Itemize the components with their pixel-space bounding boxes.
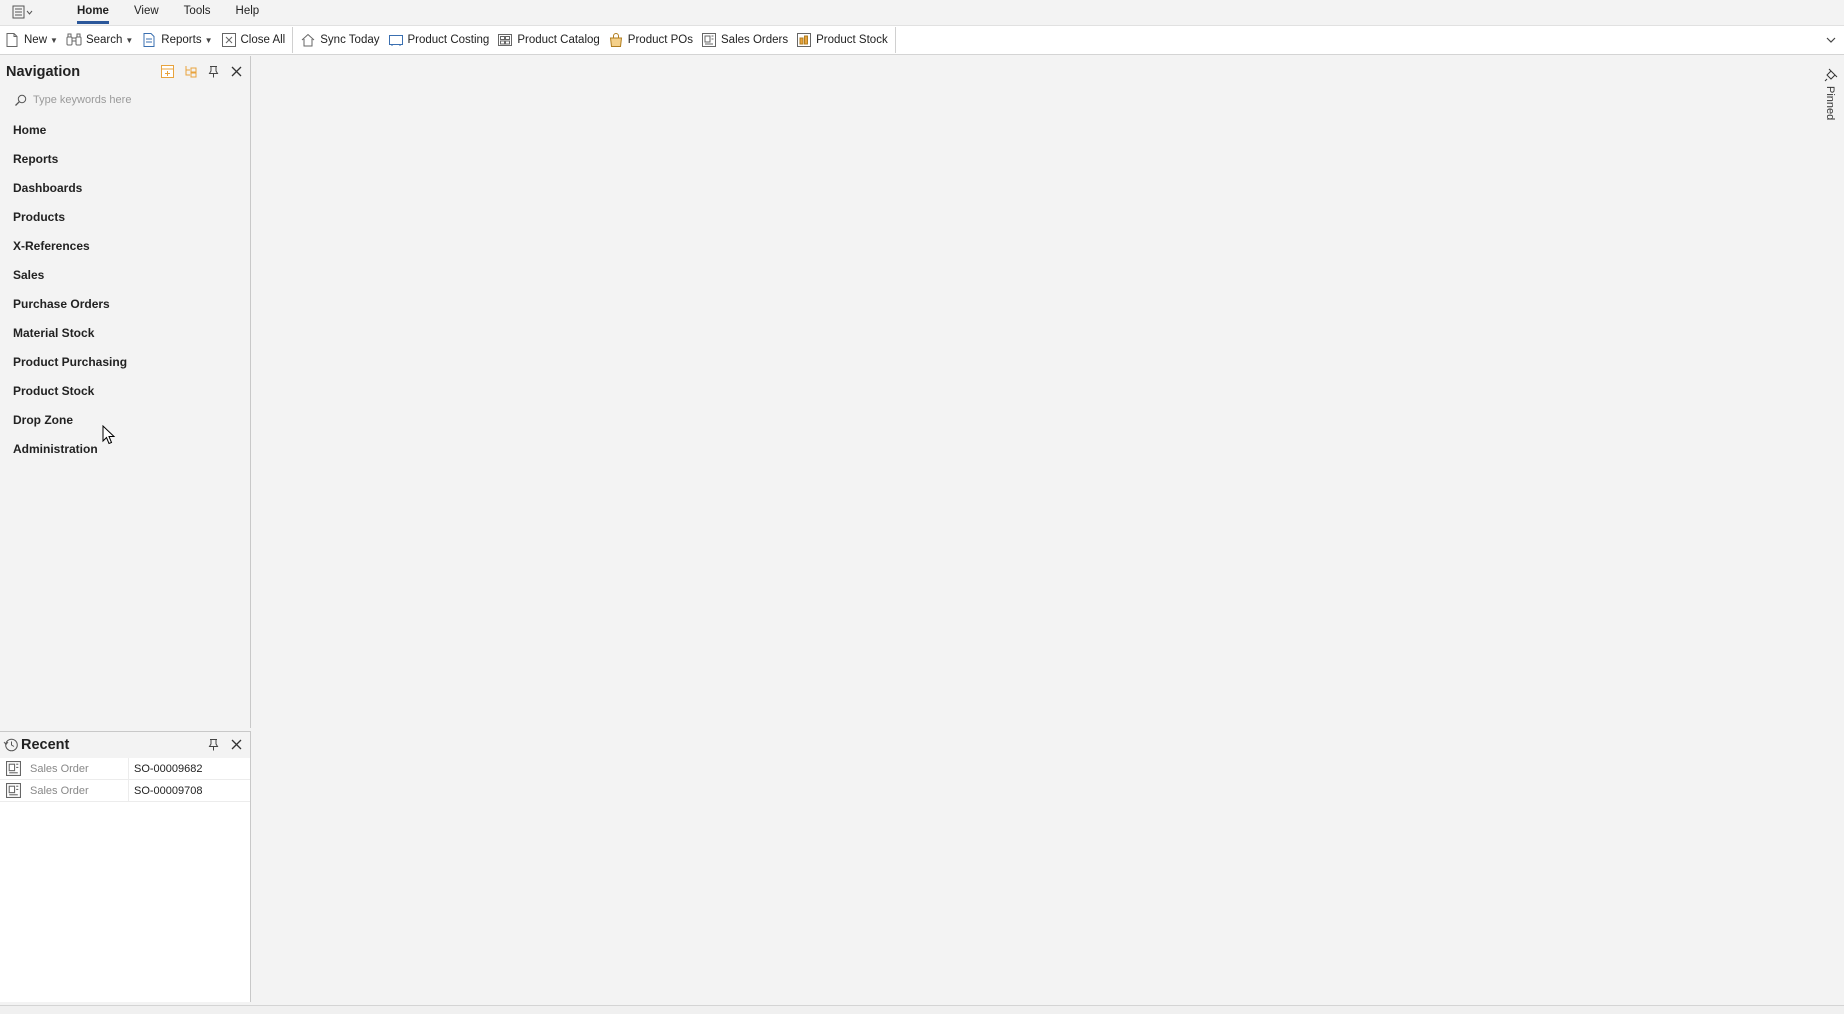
product-pos-button[interactable]: Product POs [604,27,697,53]
new-button[interactable]: New ▼ [0,27,62,53]
tab-help[interactable]: Help [236,0,260,24]
product-stock-icon [796,32,812,48]
product-pos-label: Product POs [627,34,693,46]
recent-id: SO-00009682 [134,762,203,775]
product-stock-label: Product Stock [816,34,888,46]
sales-order-icon [0,761,26,776]
status-bar [0,1005,1844,1014]
recent-panel: Recent Sales Order SO-00009682 Sales Ord… [0,731,251,1002]
close-icon[interactable] [229,737,244,752]
reports-button[interactable]: Reports ▼ [137,27,216,53]
navigation-header: Navigation [0,56,250,88]
app-menu-button[interactable] [0,0,46,24]
nav-item-product-stock[interactable]: Product Stock [0,381,250,410]
history-icon [3,737,19,753]
nav-item-material-stock[interactable]: Material Stock [0,323,250,352]
tab-tools[interactable]: Tools [184,0,211,24]
nav-item-drop-zone[interactable]: Drop Zone [0,410,250,439]
recent-type: Sales Order [26,779,129,802]
product-costing-icon [388,32,404,48]
chevron-down-icon: ▼ [125,35,134,45]
pinned-label: Pinned [1824,86,1836,121]
toolbar-divider [292,27,294,53]
navigation-panel: Navigation Home Reports Dashboards Produ… [0,56,251,728]
nav-item-x-references[interactable]: X-References [0,236,250,265]
pinned-panel-tab[interactable]: Pinned [1820,66,1844,136]
pin-icon[interactable] [206,737,221,752]
chevron-down-icon: ▼ [204,35,213,45]
recent-title: Recent [21,737,70,753]
shopping-bag-icon [608,32,624,48]
recent-row[interactable]: Sales Order SO-00009708 [0,779,250,802]
navigation-title: Navigation [6,64,81,80]
sync-today-button[interactable]: Sync Today [296,27,383,53]
new-label: New [24,34,48,46]
search-label: Search [85,34,123,46]
recent-header: Recent [0,732,250,758]
search-input[interactable] [33,94,233,106]
nav-item-administration[interactable]: Administration [0,439,250,468]
binoculars-icon [66,32,82,48]
navigation-search [4,88,246,112]
close-all-icon [221,32,237,48]
nav-item-reports[interactable]: Reports [0,149,250,178]
close-icon[interactable] [229,64,244,79]
sales-orders-button[interactable]: Sales Orders [697,27,792,53]
sales-orders-label: Sales Orders [721,34,789,46]
nav-item-dashboards[interactable]: Dashboards [0,178,250,207]
pin-icon[interactable] [206,64,221,79]
product-catalog-icon [497,32,513,48]
mouse-cursor-icon [102,424,116,450]
chevron-down-icon: ▼ [50,35,58,45]
toolbar-divider [894,27,896,53]
toolbar: New ▼ Search ▼ Reports ▼ Close All Sync … [0,25,1844,55]
app-menu-icon [12,5,33,19]
product-catalog-label: Product Catalog [517,34,600,46]
sales-orders-icon [701,32,717,48]
navigation-list: Home Reports Dashboards Products X-Refer… [0,120,250,468]
search-icon [15,94,27,106]
product-costing-label: Product Costing [407,34,490,46]
product-catalog-button[interactable]: Product Catalog [493,27,603,53]
menu-bar: Home View Tools Help [0,0,1844,24]
pin-icon [1824,68,1838,87]
product-costing-button[interactable]: Product Costing [384,27,494,53]
nav-item-sales[interactable]: Sales [0,265,250,294]
tree-view-icon[interactable] [183,64,198,79]
report-icon [141,32,157,48]
nav-item-home[interactable]: Home [0,120,250,149]
expand-all-icon[interactable] [160,64,175,79]
close-all-button[interactable]: Close All [217,27,290,53]
new-document-icon [4,32,20,48]
sync-today-label: Sync Today [320,34,380,46]
nav-item-product-purchasing[interactable]: Product Purchasing [0,352,250,381]
home-sync-icon [300,32,316,48]
tab-home[interactable]: Home [77,0,109,24]
close-all-label: Close All [240,34,286,46]
recent-id: SO-00009708 [134,784,203,797]
collapse-toolbar-chevron-icon[interactable] [1824,33,1838,47]
recent-type: Sales Order [26,757,129,780]
recent-row[interactable]: Sales Order SO-00009682 [0,757,250,780]
reports-label: Reports [161,34,202,46]
nav-item-products[interactable]: Products [0,207,250,236]
nav-item-purchase-orders[interactable]: Purchase Orders [0,294,250,323]
tab-view[interactable]: View [134,0,159,24]
product-stock-button[interactable]: Product Stock [792,27,892,53]
sales-order-icon [0,783,26,798]
search-button[interactable]: Search ▼ [62,27,137,53]
